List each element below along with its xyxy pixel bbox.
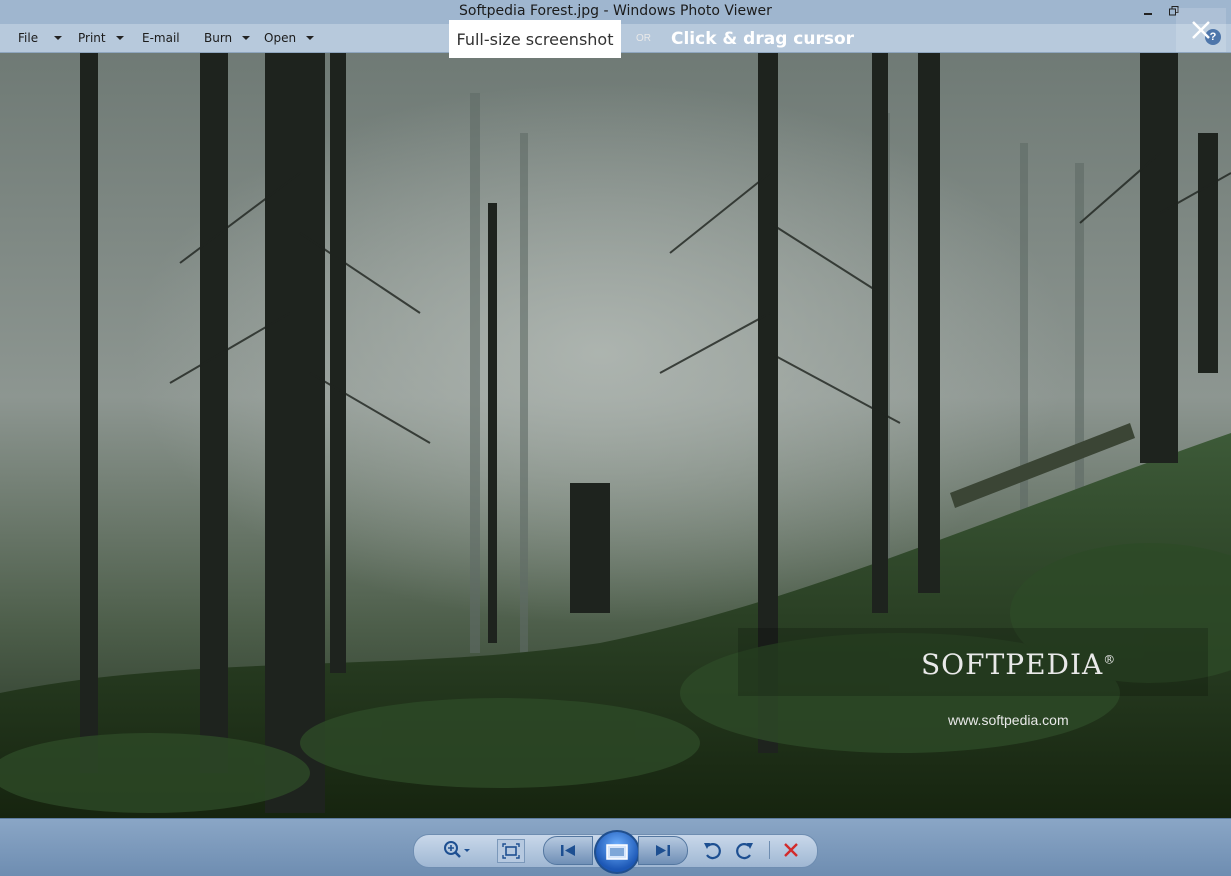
rotate-clockwise-button[interactable] <box>734 839 756 861</box>
slideshow-icon <box>606 844 628 860</box>
delete-icon <box>784 843 798 857</box>
next-icon <box>656 845 670 856</box>
zoom-icon <box>444 841 470 858</box>
fullsize-screenshot-button[interactable]: Full-size screenshot <box>449 20 621 58</box>
watermark-brand: SOFTPEDIA® <box>921 648 1116 681</box>
rotate-left-icon <box>704 843 721 860</box>
zoom-button[interactable] <box>440 839 474 861</box>
menu-print-label: Print <box>78 31 106 45</box>
menu-open[interactable]: Open <box>264 24 315 52</box>
registered-mark-icon: ® <box>1103 652 1117 667</box>
overlay-close-button[interactable] <box>1176 8 1226 52</box>
rotate-counterclockwise-button[interactable] <box>701 839 723 861</box>
menu-file[interactable]: File <box>18 24 63 52</box>
previous-button[interactable] <box>543 836 593 865</box>
previous-icon <box>561 845 575 856</box>
menu-email[interactable]: E-mail <box>142 24 180 52</box>
minimize-icon <box>1144 13 1152 15</box>
slideshow-button[interactable] <box>594 830 640 874</box>
bottom-toolbar <box>0 818 1231 876</box>
forest-photo <box>0 53 1231 818</box>
click-drag-hint: Click & drag cursor <box>671 29 855 49</box>
next-button[interactable] <box>638 836 688 865</box>
minimize-button[interactable] <box>1135 0 1161 22</box>
chevron-down-icon <box>242 36 251 40</box>
menu-file-label: File <box>18 31 39 45</box>
menu-print[interactable]: Print <box>78 24 124 52</box>
photo-canvas[interactable]: SOFTPEDIA® www.softpedia.com <box>0 53 1231 818</box>
close-icon <box>1192 21 1210 39</box>
chevron-down-icon <box>306 36 315 40</box>
actual-size-button[interactable] <box>497 839 525 863</box>
menu-burn-label: Burn <box>204 31 233 45</box>
menu-open-label: Open <box>264 31 297 45</box>
watermark-brand-text: SOFTPEDIA <box>921 648 1104 681</box>
menu-email-label: E-mail <box>142 31 180 45</box>
rotate-right-icon <box>736 843 753 860</box>
watermark-url: www.softpedia.com <box>948 712 1069 728</box>
overlay-or-label: OR <box>636 33 651 44</box>
toolbar-divider <box>769 841 770 859</box>
chevron-down-icon <box>115 36 124 40</box>
window-title: Softpedia Forest.jpg - Windows Photo Vie… <box>459 3 772 19</box>
fit-to-window-icon <box>502 843 520 859</box>
menu-burn[interactable]: Burn <box>204 24 251 52</box>
chevron-down-icon <box>54 36 63 40</box>
delete-button[interactable] <box>780 839 802 861</box>
